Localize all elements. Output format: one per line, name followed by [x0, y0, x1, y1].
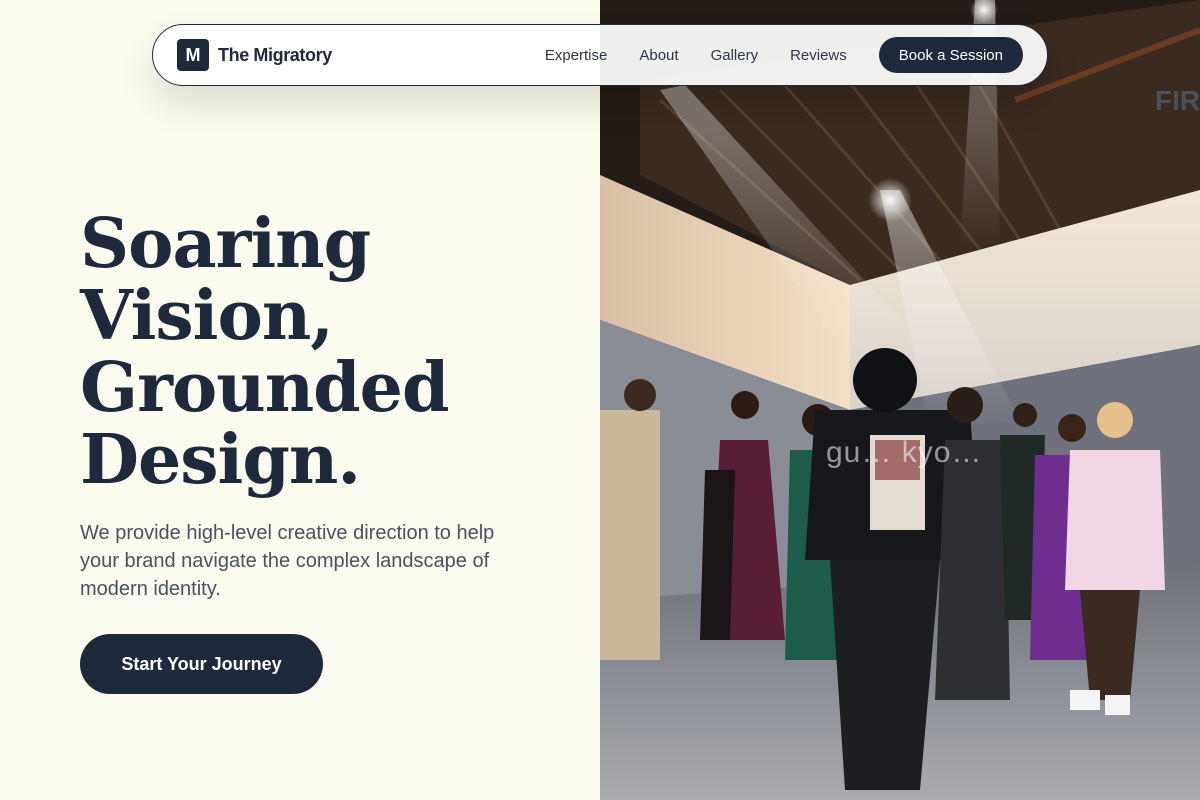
hero-photo: FIR gu… kyo…	[600, 0, 1200, 800]
nav-link-gallery[interactable]: Gallery	[711, 47, 759, 64]
logo-mark[interactable]: M	[177, 39, 209, 71]
nav-link-reviews[interactable]: Reviews	[790, 47, 847, 64]
headline-line: Soaring	[80, 204, 371, 284]
watermark-text: gu… kyo…	[826, 436, 983, 469]
nav-link-about[interactable]: About	[639, 47, 678, 64]
headline-line: Grounded	[80, 348, 450, 428]
top-nav: M The Migratory Expertise About Gallery …	[152, 24, 1048, 86]
sign-text: FIR	[1155, 85, 1200, 116]
brand-name[interactable]: The Migratory	[218, 45, 332, 66]
headline-line: Design.	[80, 420, 361, 500]
hero-subtext: We provide high-level creative direction…	[80, 522, 495, 600]
nav-link-expertise[interactable]: Expertise	[545, 47, 608, 64]
start-journey-button[interactable]: Start Your Journey	[80, 634, 323, 694]
headline-line: Vision,	[80, 276, 334, 356]
book-session-button[interactable]: Book a Session	[878, 37, 1023, 73]
hero-headline: Soaring Vision, Grounded Design.	[80, 208, 560, 496]
nav-links: Expertise About Gallery Reviews Book a S…	[545, 37, 1023, 73]
event-photo-illustration: FIR	[600, 0, 1200, 800]
